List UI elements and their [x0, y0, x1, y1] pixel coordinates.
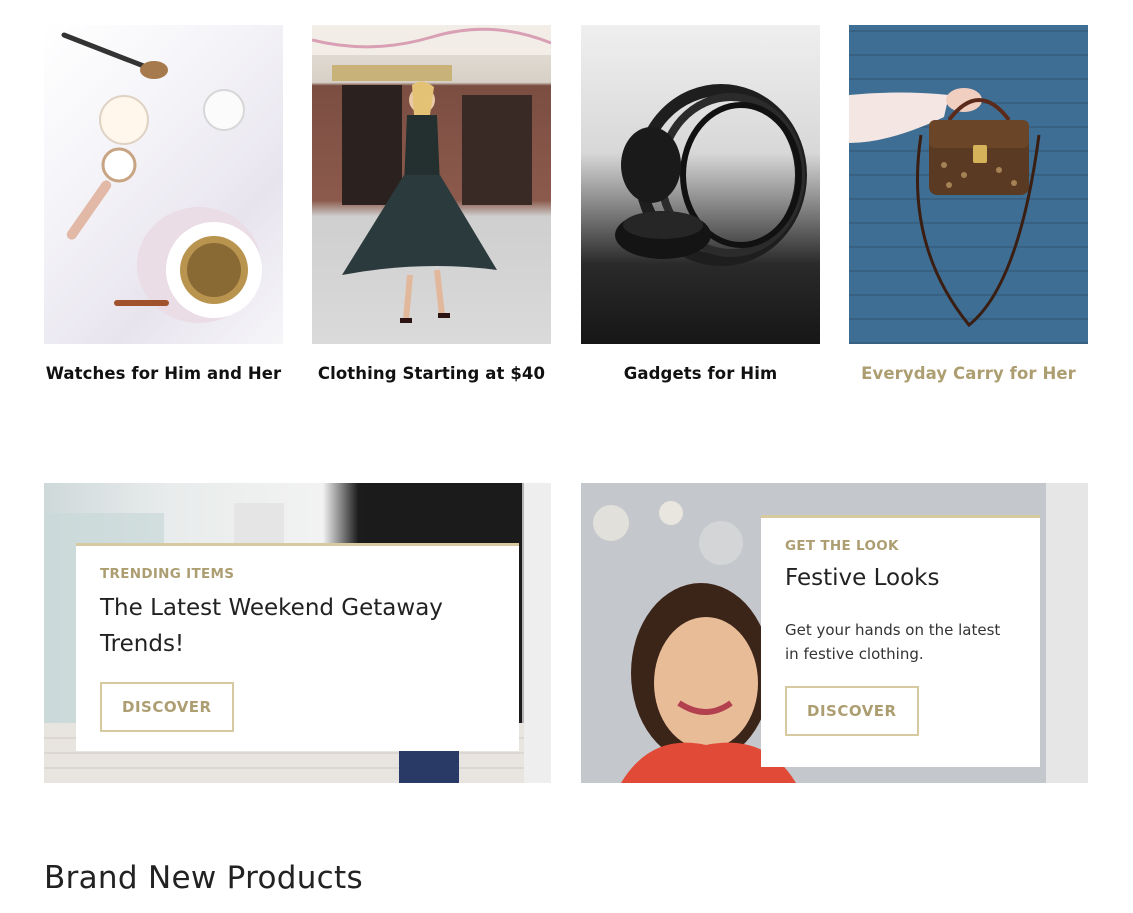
promo-banner-festive: GET THE LOOK Festive Looks Get your hand… — [581, 483, 1088, 783]
category-tile-watches[interactable]: Watches for Him and Her — [44, 25, 283, 383]
category-label[interactable]: Everyday Carry for Her — [849, 364, 1088, 383]
handbag-illustration — [849, 88, 1041, 328]
handbag-photo[interactable] — [849, 25, 1088, 344]
discover-button[interactable]: DISCOVER — [100, 682, 234, 732]
watches-photo[interactable] — [44, 25, 283, 344]
gadgets-photo[interactable] — [581, 25, 820, 344]
discover-button[interactable]: DISCOVER — [785, 686, 919, 736]
promo-banner-trending: TRENDING ITEMS The Latest Weekend Getawa… — [44, 483, 551, 783]
watches-illustration — [61, 32, 262, 323]
promo-card: TRENDING ITEMS The Latest Weekend Getawa… — [76, 543, 519, 751]
category-label[interactable]: Watches for Him and Her — [44, 364, 283, 383]
clothing-illustration — [312, 25, 551, 323]
promo-title: The Latest Weekend Getaway Trends! — [100, 595, 443, 657]
category-tile-everyday-carry[interactable]: Everyday Carry for Her — [849, 25, 1088, 383]
promo-description: Get your hands on the latest in festive … — [785, 621, 1001, 663]
promo-card: GET THE LOOK Festive Looks Get your hand… — [761, 515, 1040, 767]
clothing-photo[interactable] — [312, 25, 551, 344]
category-tile-clothing[interactable]: Clothing Starting at $40 — [312, 25, 551, 383]
promo-eyebrow: GET THE LOOK — [785, 538, 899, 554]
promo-eyebrow: TRENDING ITEMS — [100, 566, 235, 582]
page: Watches for Him and Her Clothing Startin… — [0, 0, 1133, 913]
section-heading-brand-new-products: Brand New Products — [44, 860, 363, 896]
promo-title: Festive Looks — [785, 565, 940, 591]
category-label[interactable]: Clothing Starting at $40 — [312, 364, 551, 383]
category-label[interactable]: Gadgets for Him — [581, 364, 820, 383]
category-tile-gadgets[interactable]: Gadgets for Him — [581, 25, 820, 383]
headphones-illustration — [615, 84, 807, 266]
